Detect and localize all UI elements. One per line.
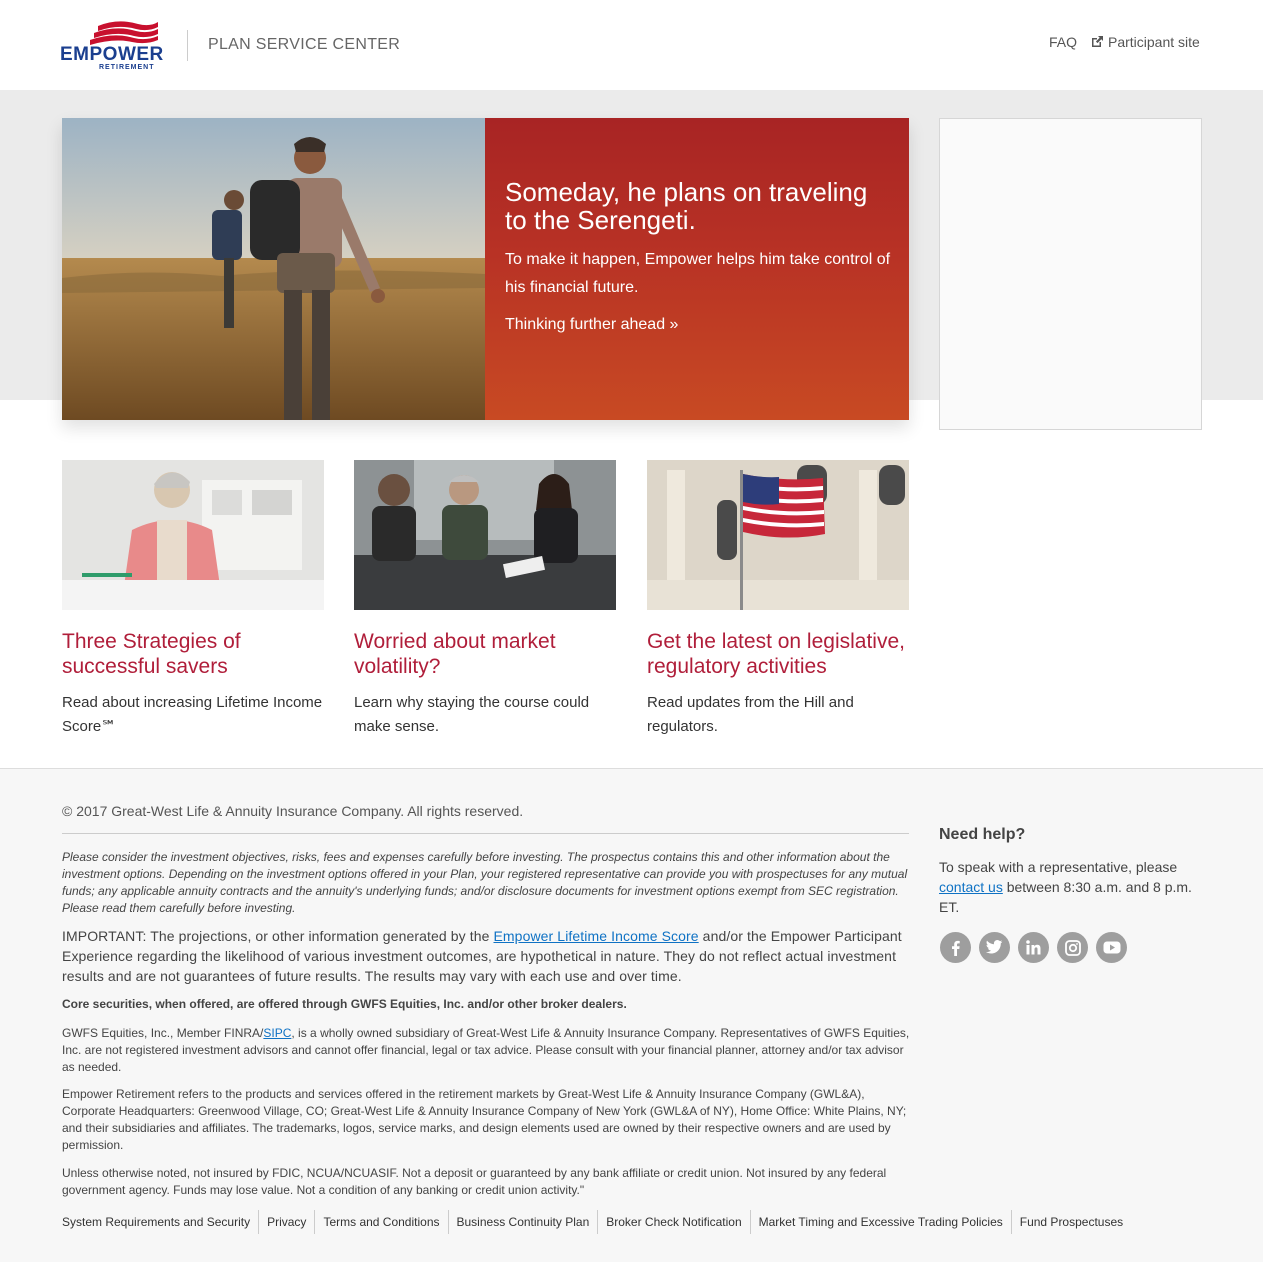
faq-link[interactable]: FAQ xyxy=(1049,34,1077,50)
card-description: Learn why staying the course could make … xyxy=(354,694,590,735)
footer-link-fund-prospectuses[interactable]: Fund Prospectuses xyxy=(1010,1210,1131,1234)
participant-site-label: Participant site xyxy=(1108,34,1200,50)
footer-link-market-timing[interactable]: Market Timing and Excessive Trading Poli… xyxy=(749,1210,1011,1234)
flag-mark-icon xyxy=(90,21,158,45)
gwfs-disclaimer: GWFS Equities, Inc., Member FINRA/SIPC, … xyxy=(62,1025,912,1076)
card-title[interactable]: Worried about market volatility? xyxy=(354,629,616,679)
footer-link-system-requirements[interactable]: System Requirements and Security xyxy=(62,1210,258,1234)
header-divider xyxy=(187,30,188,61)
card-volatility[interactable]: Worried about market volatility? Learn w… xyxy=(354,460,616,739)
instagram-icon[interactable] xyxy=(1057,932,1088,963)
card-legislative[interactable]: Get the latest on legislative, regulator… xyxy=(647,460,909,739)
lifetime-income-score-link[interactable]: Empower Lifetime Income Score xyxy=(493,928,698,944)
facebook-icon[interactable] xyxy=(940,932,971,963)
help-heading: Need help? xyxy=(939,826,1026,843)
sipc-link[interactable]: SIPC xyxy=(263,1026,291,1040)
footer-link-terms[interactable]: Terms and Conditions xyxy=(314,1210,447,1234)
hero-text: To make it happen, Empower helps him tak… xyxy=(505,251,891,296)
footer-links: System Requirements and Security Privacy… xyxy=(62,1210,1131,1234)
youtube-icon[interactable] xyxy=(1096,932,1127,963)
woman-writing-photo xyxy=(62,460,324,610)
logo-subtext: RETIREMENT xyxy=(99,64,155,71)
participant-site-link[interactable]: Participant site xyxy=(1090,34,1200,50)
important-text-pre: IMPORTANT: The projections, or other inf… xyxy=(62,928,494,944)
card-title[interactable]: Three Strategies of successful savers xyxy=(62,629,324,679)
external-link-icon xyxy=(1092,36,1103,47)
page-header: EMPOWER RETIREMENT PLAN SERVICE CENTER F… xyxy=(0,0,1263,90)
help-text-pre: To speak with a representative, please xyxy=(939,859,1178,875)
capitol-flag-photo xyxy=(647,460,909,610)
linkedin-icon[interactable] xyxy=(1018,932,1049,963)
card-description: Read about increasing Lifetime Income Sc… xyxy=(62,694,323,735)
not-insured-disclaimer: Unless otherwise noted, not insured by F… xyxy=(62,1166,887,1197)
hero-cta-link[interactable]: Thinking further ahead » xyxy=(505,316,678,334)
hiker-photo xyxy=(62,118,485,420)
hero-text-panel: Someday, he plans on traveling to the Se… xyxy=(485,118,909,420)
social-links xyxy=(940,932,1127,963)
twitter-icon[interactable] xyxy=(979,932,1010,963)
gwfs-text-pre: GWFS Equities, Inc., Member FINRA/ xyxy=(62,1026,264,1040)
empower-logo[interactable]: EMPOWER RETIREMENT xyxy=(60,16,170,74)
card-description: Read updates from the Hill and regulator… xyxy=(647,694,854,735)
meeting-photo xyxy=(354,460,616,610)
card-savers[interactable]: Three Strategies of successful savers Re… xyxy=(62,460,324,739)
important-disclaimer: IMPORTANT: The projections, or other inf… xyxy=(62,926,912,986)
hero-banner: Someday, he plans on traveling to the Se… xyxy=(62,118,909,420)
footer-link-privacy[interactable]: Privacy xyxy=(258,1210,314,1234)
hero-title: Someday, he plans on traveling to the Se… xyxy=(505,177,868,235)
footer-link-business-continuity[interactable]: Business Continuity Plan xyxy=(447,1210,598,1234)
copyright-text: © 2017 Great-West Life & Annuity Insuran… xyxy=(62,803,524,819)
empower-refers-disclaimer: Empower Retirement refers to the product… xyxy=(62,1087,907,1152)
contact-us-link[interactable]: contact us xyxy=(939,879,1003,895)
core-securities-note: Core securities, when offered, are offer… xyxy=(62,997,627,1011)
footer-link-broker-check[interactable]: Broker Check Notification xyxy=(597,1210,749,1234)
prospectus-disclaimer: Please consider the investment objective… xyxy=(62,850,908,915)
side-panel xyxy=(939,118,1202,430)
help-text: To speak with a representative, please c… xyxy=(939,857,1204,917)
page-footer: © 2017 Great-West Life & Annuity Insuran… xyxy=(0,768,1263,1262)
footer-divider xyxy=(62,833,909,834)
logo-wordmark: EMPOWER xyxy=(60,44,164,65)
site-title: PLAN SERVICE CENTER xyxy=(208,36,401,53)
card-title[interactable]: Get the latest on legislative, regulator… xyxy=(647,629,909,679)
